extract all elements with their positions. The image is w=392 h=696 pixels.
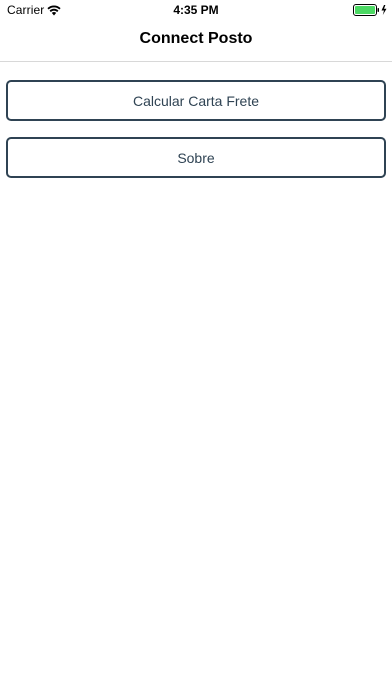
battery-icon — [353, 3, 389, 16]
navigation-bar: Connect Posto — [0, 20, 392, 62]
page-title: Connect Posto — [139, 30, 253, 47]
menu-list: Calcular Carta Frete Sobre — [6, 80, 386, 178]
sobre-button[interactable]: Sobre — [6, 137, 386, 178]
status-time: 4:35 PM — [173, 3, 219, 17]
status-bar: Carrier 4:35 PM — [0, 0, 392, 20]
calcular-carta-frete-button[interactable]: Calcular Carta Frete — [6, 80, 386, 121]
